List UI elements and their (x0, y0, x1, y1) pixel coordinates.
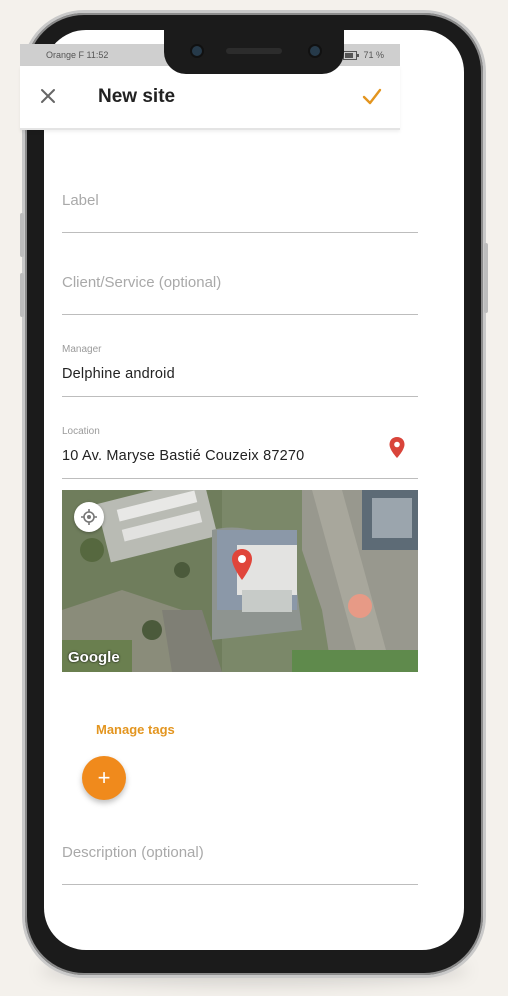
app-bar: New site (20, 66, 400, 130)
location-label: Location (62, 426, 100, 437)
battery-level: 71 % (363, 50, 384, 60)
volume-down-button (20, 273, 24, 317)
status-carrier-time: Orange F 11:52 (46, 50, 109, 60)
google-attribution: Google (68, 649, 120, 666)
plus-icon: + (97, 765, 111, 790)
close-icon (41, 89, 55, 103)
map-marker-icon (232, 549, 252, 580)
manager-field[interactable]: Manager Delphine android (62, 340, 418, 397)
volume-up-button (20, 213, 24, 257)
battery-icon (343, 50, 360, 60)
description-placeholder: Description (optional) (62, 844, 204, 861)
location-value: 10 Av. Maryse Bastié Couzeix 87270 (62, 448, 305, 464)
earpiece-speaker (226, 48, 282, 54)
map-pin-icon[interactable] (388, 436, 406, 460)
my-location-icon (81, 509, 97, 525)
my-location-button[interactable] (74, 502, 104, 532)
client-service-field[interactable]: Client/Service (optional) (62, 262, 418, 315)
manage-tags-label[interactable]: Manage tags (96, 722, 175, 737)
label-placeholder: Label (62, 192, 99, 209)
manager-label: Manager (62, 344, 102, 355)
add-tag-button[interactable]: + (82, 756, 126, 800)
close-button[interactable] (34, 82, 62, 110)
notch (164, 30, 344, 74)
description-field[interactable]: Description (optional) (62, 832, 418, 885)
location-field[interactable]: Location 10 Av. Maryse Bastié Couzeix 87… (62, 422, 418, 479)
client-service-placeholder: Client/Service (optional) (62, 274, 222, 291)
check-icon (362, 88, 382, 105)
front-sensor (308, 44, 322, 58)
save-button[interactable] (358, 82, 386, 110)
map-view[interactable]: Google (62, 490, 418, 672)
front-camera (190, 44, 204, 58)
label-field[interactable]: Label (62, 180, 418, 233)
page-title: New site (98, 86, 176, 107)
manager-value: Delphine android (62, 366, 175, 382)
power-button (484, 243, 488, 313)
